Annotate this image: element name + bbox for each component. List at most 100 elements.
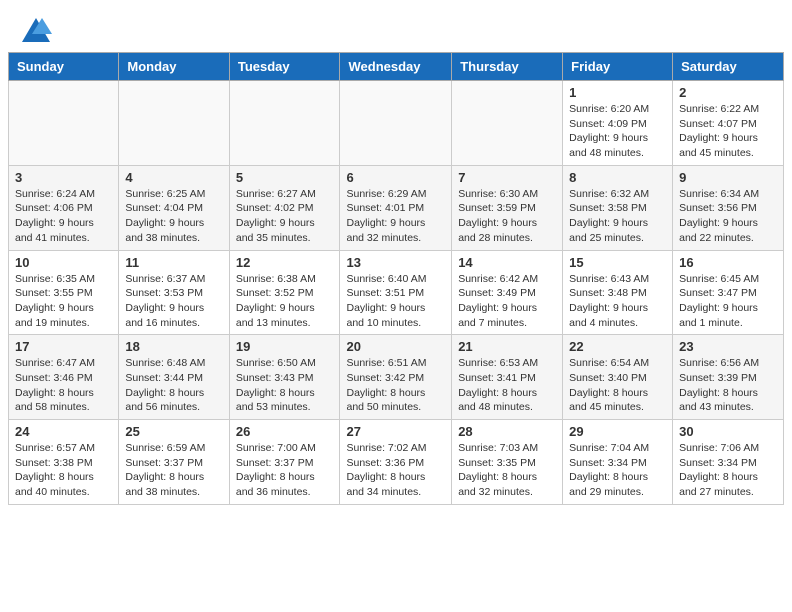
week-row-2: 3 Sunrise: 6:24 AM Sunset: 4:06 PM Daylig… [9, 165, 784, 250]
day-info: Sunrise: 6:53 AM Sunset: 3:41 PM Dayligh… [458, 356, 556, 415]
day-cell: 10 Sunrise: 6:35 AM Sunset: 3:55 PM Dayli… [9, 250, 119, 335]
day-info: Sunrise: 6:54 AM Sunset: 3:40 PM Dayligh… [569, 356, 666, 415]
day-number: 22 [569, 339, 666, 354]
day-number: 17 [15, 339, 112, 354]
day-cell: 16 Sunrise: 6:45 AM Sunset: 3:47 PM Dayli… [673, 250, 784, 335]
day-cell: 21 Sunrise: 6:53 AM Sunset: 3:41 PM Dayli… [452, 335, 563, 420]
day-info: Sunrise: 6:35 AM Sunset: 3:55 PM Dayligh… [15, 272, 112, 331]
day-cell: 19 Sunrise: 6:50 AM Sunset: 3:43 PM Dayli… [229, 335, 340, 420]
day-number: 23 [679, 339, 777, 354]
day-cell [9, 81, 119, 166]
day-info: Sunrise: 6:29 AM Sunset: 4:01 PM Dayligh… [346, 187, 445, 246]
logo-icon [20, 16, 52, 44]
day-header-tuesday: Tuesday [229, 53, 340, 81]
day-info: Sunrise: 6:27 AM Sunset: 4:02 PM Dayligh… [236, 187, 334, 246]
day-cell [229, 81, 340, 166]
day-cell: 22 Sunrise: 6:54 AM Sunset: 3:40 PM Dayli… [563, 335, 673, 420]
day-info: Sunrise: 6:25 AM Sunset: 4:04 PM Dayligh… [125, 187, 222, 246]
calendar-body: 1 Sunrise: 6:20 AM Sunset: 4:09 PM Daylig… [9, 81, 784, 505]
day-cell: 27 Sunrise: 7:02 AM Sunset: 3:36 PM Dayli… [340, 420, 452, 505]
day-number: 2 [679, 85, 777, 100]
day-number: 6 [346, 170, 445, 185]
day-number: 3 [15, 170, 112, 185]
page-header [0, 0, 792, 52]
day-cell: 9Sunrise: 6:34 AM Sunset: 3:56 PM Daylig… [673, 165, 784, 250]
day-info: Sunrise: 7:00 AM Sunset: 3:37 PM Dayligh… [236, 441, 334, 500]
day-header-friday: Friday [563, 53, 673, 81]
day-cell: 8 Sunrise: 6:32 AM Sunset: 3:58 PM Daylig… [563, 165, 673, 250]
day-info: Sunrise: 7:04 AM Sunset: 3:34 PM Dayligh… [569, 441, 666, 500]
day-cell [119, 81, 229, 166]
day-number: 11 [125, 255, 222, 270]
day-number: 20 [346, 339, 445, 354]
day-info: Sunrise: 6:51 AM Sunset: 3:42 PM Dayligh… [346, 356, 445, 415]
day-number: 9 [679, 170, 777, 185]
day-info: Sunrise: 7:06 AM Sunset: 3:34 PM Dayligh… [679, 441, 777, 500]
day-cell: 7 Sunrise: 6:30 AM Sunset: 3:59 PM Daylig… [452, 165, 563, 250]
day-cell: 11 Sunrise: 6:37 AM Sunset: 3:53 PM Dayli… [119, 250, 229, 335]
day-cell: 17Sunrise: 6:47 AM Sunset: 3:46 PM Dayli… [9, 335, 119, 420]
day-cell: 25 Sunrise: 6:59 AM Sunset: 3:37 PM Dayli… [119, 420, 229, 505]
day-number: 26 [236, 424, 334, 439]
day-cell: 28 Sunrise: 7:03 AM Sunset: 3:35 PM Dayli… [452, 420, 563, 505]
day-header-monday: Monday [119, 53, 229, 81]
day-info: Sunrise: 6:40 AM Sunset: 3:51 PM Dayligh… [346, 272, 445, 331]
week-row-1: 1 Sunrise: 6:20 AM Sunset: 4:09 PM Daylig… [9, 81, 784, 166]
calendar-header: SundayMondayTuesdayWednesdayThursdayFrid… [9, 53, 784, 81]
day-number: 4 [125, 170, 222, 185]
day-number: 24 [15, 424, 112, 439]
day-header-thursday: Thursday [452, 53, 563, 81]
day-info: Sunrise: 6:38 AM Sunset: 3:52 PM Dayligh… [236, 272, 334, 331]
day-cell: 5Sunrise: 6:27 AM Sunset: 4:02 PM Daylig… [229, 165, 340, 250]
day-number: 1 [569, 85, 666, 100]
day-header-sunday: Sunday [9, 53, 119, 81]
day-info: Sunrise: 7:03 AM Sunset: 3:35 PM Dayligh… [458, 441, 556, 500]
day-number: 27 [346, 424, 445, 439]
day-cell [452, 81, 563, 166]
day-cell: 24 Sunrise: 6:57 AM Sunset: 3:38 PM Dayli… [9, 420, 119, 505]
day-number: 15 [569, 255, 666, 270]
day-header-wednesday: Wednesday [340, 53, 452, 81]
day-info: Sunrise: 6:48 AM Sunset: 3:44 PM Dayligh… [125, 356, 222, 415]
day-number: 13 [346, 255, 445, 270]
day-number: 16 [679, 255, 777, 270]
day-info: Sunrise: 6:30 AM Sunset: 3:59 PM Dayligh… [458, 187, 556, 246]
calendar-table: SundayMondayTuesdayWednesdayThursdayFrid… [8, 52, 784, 505]
day-cell: 1 Sunrise: 6:20 AM Sunset: 4:09 PM Daylig… [563, 81, 673, 166]
day-number: 8 [569, 170, 666, 185]
day-cell: 29Sunrise: 7:04 AM Sunset: 3:34 PM Dayli… [563, 420, 673, 505]
day-info: Sunrise: 7:02 AM Sunset: 3:36 PM Dayligh… [346, 441, 445, 500]
week-row-3: 10 Sunrise: 6:35 AM Sunset: 3:55 PM Dayli… [9, 250, 784, 335]
day-cell: 13 Sunrise: 6:40 AM Sunset: 3:51 PM Dayli… [340, 250, 452, 335]
day-number: 28 [458, 424, 556, 439]
day-cell: 20 Sunrise: 6:51 AM Sunset: 3:42 PM Dayli… [340, 335, 452, 420]
day-info: Sunrise: 6:50 AM Sunset: 3:43 PM Dayligh… [236, 356, 334, 415]
day-info: Sunrise: 6:32 AM Sunset: 3:58 PM Dayligh… [569, 187, 666, 246]
day-cell: 30Sunrise: 7:06 AM Sunset: 3:34 PM Dayli… [673, 420, 784, 505]
week-row-5: 24 Sunrise: 6:57 AM Sunset: 3:38 PM Dayli… [9, 420, 784, 505]
day-number: 7 [458, 170, 556, 185]
week-row-4: 17Sunrise: 6:47 AM Sunset: 3:46 PM Dayli… [9, 335, 784, 420]
day-info: Sunrise: 6:37 AM Sunset: 3:53 PM Dayligh… [125, 272, 222, 331]
day-number: 25 [125, 424, 222, 439]
day-cell: 14Sunrise: 6:42 AM Sunset: 3:49 PM Dayli… [452, 250, 563, 335]
day-info: Sunrise: 6:57 AM Sunset: 3:38 PM Dayligh… [15, 441, 112, 500]
day-info: Sunrise: 6:59 AM Sunset: 3:37 PM Dayligh… [125, 441, 222, 500]
day-info: Sunrise: 6:20 AM Sunset: 4:09 PM Dayligh… [569, 102, 666, 161]
calendar-wrapper: SundayMondayTuesdayWednesdayThursdayFrid… [0, 52, 792, 513]
day-cell: 15Sunrise: 6:43 AM Sunset: 3:48 PM Dayli… [563, 250, 673, 335]
day-info: Sunrise: 6:56 AM Sunset: 3:39 PM Dayligh… [679, 356, 777, 415]
day-number: 21 [458, 339, 556, 354]
day-info: Sunrise: 6:22 AM Sunset: 4:07 PM Dayligh… [679, 102, 777, 161]
day-number: 14 [458, 255, 556, 270]
logo [20, 16, 56, 44]
day-cell: 4 Sunrise: 6:25 AM Sunset: 4:04 PM Daylig… [119, 165, 229, 250]
day-cell: 23 Sunrise: 6:56 AM Sunset: 3:39 PM Dayli… [673, 335, 784, 420]
day-number: 10 [15, 255, 112, 270]
day-cell: 26 Sunrise: 7:00 AM Sunset: 3:37 PM Dayli… [229, 420, 340, 505]
day-cell: 2 Sunrise: 6:22 AM Sunset: 4:07 PM Daylig… [673, 81, 784, 166]
day-cell [340, 81, 452, 166]
day-number: 19 [236, 339, 334, 354]
day-info: Sunrise: 6:45 AM Sunset: 3:47 PM Dayligh… [679, 272, 777, 331]
day-info: Sunrise: 6:24 AM Sunset: 4:06 PM Dayligh… [15, 187, 112, 246]
